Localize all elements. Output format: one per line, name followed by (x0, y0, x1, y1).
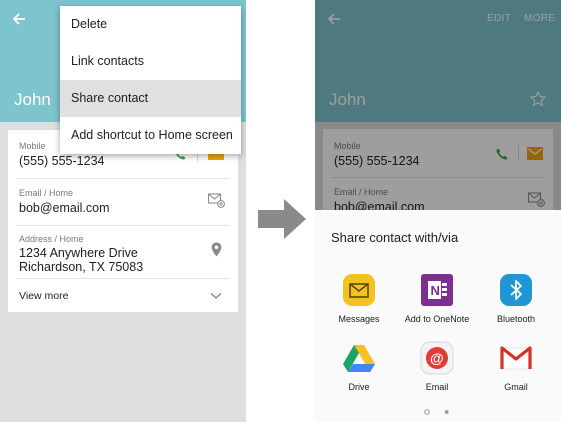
onenote-icon: N (421, 274, 453, 306)
mobile-value: (555) 555-1234 (19, 154, 105, 168)
address-line-1: 1234 Anywhere Drive (19, 246, 138, 260)
address-label: Address / Home (19, 234, 84, 244)
email-row[interactable]: Email / Home bob@email.com (8, 179, 238, 225)
email-value: bob@email.com (19, 201, 110, 215)
app-label: Drive (348, 382, 370, 392)
share-app-gmail[interactable]: Gmail (476, 341, 556, 392)
gmail-icon (500, 346, 532, 370)
app-label: Bluetooth (496, 314, 536, 324)
app-label: Add to OneNote (404, 314, 470, 324)
share-app-drive[interactable]: Drive (319, 341, 399, 392)
right-phone-screen: EDIT MORE John Mobile (555) 555-1234 Ema… (315, 0, 561, 422)
back-arrow-icon[interactable] (10, 10, 28, 28)
address-line-2: Richardson, TX 75083 (19, 260, 144, 274)
share-app-email[interactable]: @ Email (397, 341, 477, 392)
contact-name: John (14, 90, 51, 109)
email-label: Email / Home (19, 188, 74, 198)
chevron-down-icon[interactable] (210, 292, 222, 300)
email-action-icon[interactable] (208, 193, 225, 208)
left-phone-screen: John Mobile (555) 555-1234 Email / Home … (0, 0, 246, 422)
address-row[interactable]: Address / Home 1234 Anywhere Drive Richa… (8, 226, 238, 278)
page-indicator (424, 409, 449, 415)
flow-arrow-icon (258, 199, 306, 239)
share-app-onenote[interactable]: N Add to OneNote (397, 273, 477, 324)
app-label: Email (425, 382, 449, 392)
drive-icon (343, 345, 375, 372)
menu-item-delete[interactable]: Delete (60, 6, 241, 43)
app-label: Messages (338, 314, 380, 324)
view-more-row[interactable]: View more (8, 279, 238, 312)
menu-item-add-shortcut[interactable]: Add shortcut to Home screen (60, 117, 241, 154)
share-app-messages[interactable]: Messages (319, 273, 399, 324)
view-more-label: View more (19, 290, 69, 302)
bluetooth-icon (500, 274, 532, 306)
email-icon: @ (420, 341, 454, 375)
app-label: Gmail (504, 382, 528, 392)
overflow-menu: Delete Link contacts Share contact Add s… (60, 6, 241, 154)
messages-icon (343, 274, 375, 306)
contact-details-card: Mobile (555) 555-1234 Email / Home bob@e… (8, 130, 238, 312)
svg-text:N: N (431, 283, 440, 298)
share-sheet: Share contact with/via Messages N Add to… (315, 210, 561, 422)
menu-item-share-contact[interactable]: Share contact (60, 80, 241, 117)
map-pin-icon[interactable] (211, 242, 222, 257)
share-app-bluetooth[interactable]: Bluetooth (476, 273, 556, 324)
svg-text:@: @ (430, 350, 444, 366)
menu-item-link-contacts[interactable]: Link contacts (60, 43, 241, 80)
mobile-label: Mobile (19, 141, 46, 151)
share-sheet-title: Share contact with/via (331, 230, 459, 245)
